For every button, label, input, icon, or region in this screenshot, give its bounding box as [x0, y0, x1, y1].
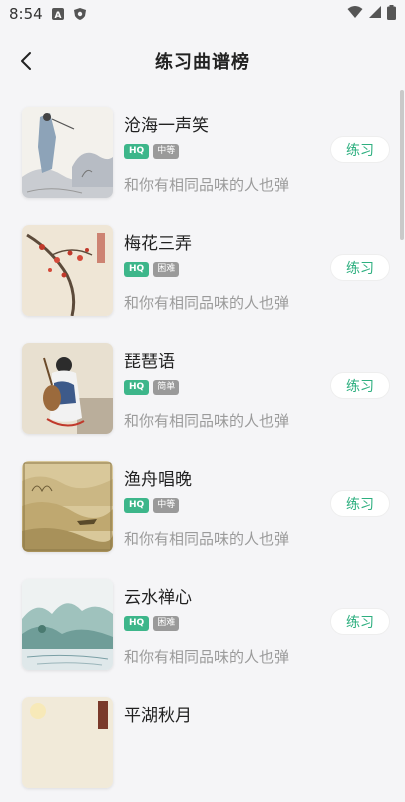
item-tags: HQ 困难 [124, 262, 180, 277]
list-item[interactable]: 渔舟唱晚 HQ 中等 和你有相同品味的人也弹 练习 [0, 448, 405, 566]
item-title: 梅花三弄 [124, 234, 192, 254]
status-left: 8:54 A [9, 5, 87, 23]
hq-badge: HQ [124, 616, 150, 631]
difficulty-badge: 中等 [153, 144, 180, 159]
list-item[interactable]: 沧海一声笑 HQ 中等 和你有相同品味的人也弹 练习 [0, 94, 405, 212]
notification-a-icon: A [51, 7, 65, 21]
practice-button[interactable]: 练习 [330, 136, 390, 163]
cover-image [22, 579, 113, 670]
svg-text:A: A [54, 11, 61, 21]
hq-badge: HQ [124, 498, 150, 513]
list-item[interactable]: 琵琶语 HQ 简单 和你有相同品味的人也弹 练习 [0, 330, 405, 448]
practice-button[interactable]: 练习 [330, 372, 390, 399]
item-tags: HQ 中等 [124, 144, 180, 159]
hq-badge: HQ [124, 144, 150, 159]
cover-image [22, 697, 113, 788]
list-item[interactable]: 云水禅心 HQ 困难 和你有相同品味的人也弹 练习 [0, 566, 405, 684]
hq-badge: HQ [124, 262, 150, 277]
shield-icon [73, 7, 87, 21]
item-title: 平湖秋月 [124, 706, 192, 726]
list-item[interactable]: 梅花三弄 HQ 困难 和你有相同品味的人也弹 练习 [0, 212, 405, 330]
cover-image [22, 225, 113, 316]
difficulty-badge: 简单 [153, 380, 180, 395]
battery-icon [387, 4, 396, 24]
difficulty-badge: 中等 [153, 498, 180, 513]
practice-button[interactable]: 练习 [330, 490, 390, 517]
item-tags: HQ 中等 [124, 498, 180, 513]
item-title: 渔舟唱晚 [124, 470, 192, 490]
item-description: 和你有相同品味的人也弹 [124, 294, 290, 312]
cover-image [22, 461, 113, 552]
status-time: 8:54 [9, 5, 43, 23]
item-title: 云水禅心 [124, 588, 192, 608]
back-button[interactable] [12, 46, 42, 76]
wifi-icon [347, 5, 363, 23]
signal-icon [368, 5, 382, 23]
cover-image [22, 343, 113, 434]
item-tags: HQ 困难 [124, 616, 180, 631]
item-description: 和你有相同品味的人也弹 [124, 530, 290, 548]
list-item[interactable]: 平湖秋月 [0, 684, 405, 802]
hq-badge: HQ [124, 380, 150, 395]
scrollbar[interactable] [400, 90, 404, 240]
cover-image [22, 107, 113, 198]
header: 练习曲谱榜 [0, 28, 405, 94]
status-bar: 8:54 A [0, 0, 405, 28]
score-list: 沧海一声笑 HQ 中等 和你有相同品味的人也弹 练习 梅花三弄 HQ 困难 和你… [0, 94, 405, 802]
item-description: 和你有相同品味的人也弹 [124, 176, 290, 194]
item-title: 沧海一声笑 [124, 116, 209, 136]
difficulty-badge: 困难 [153, 262, 180, 277]
item-title: 琵琶语 [124, 352, 175, 372]
difficulty-badge: 困难 [153, 616, 180, 631]
item-description: 和你有相同品味的人也弹 [124, 412, 290, 430]
chevron-left-icon [21, 52, 31, 70]
item-description: 和你有相同品味的人也弹 [124, 648, 290, 666]
item-tags: HQ 简单 [124, 380, 180, 395]
practice-button[interactable]: 练习 [330, 254, 390, 281]
page-title: 练习曲谱榜 [155, 52, 250, 73]
status-right [347, 4, 396, 24]
practice-button[interactable]: 练习 [330, 608, 390, 635]
